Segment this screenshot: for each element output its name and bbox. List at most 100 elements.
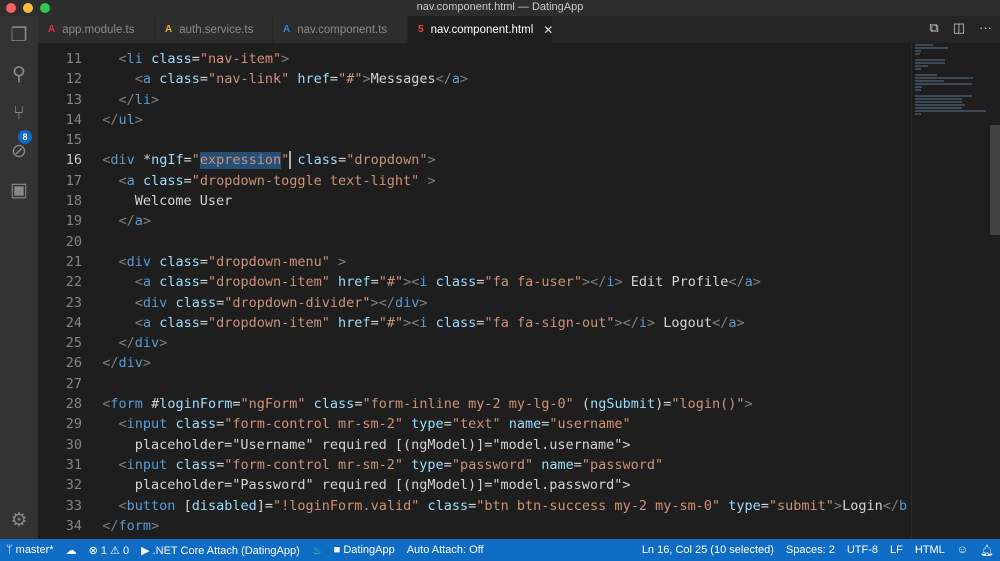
code-line[interactable]: 22 <a class="dropdown-item" href="#"><i … [38,272,911,292]
minimize-window-button[interactable] [23,3,33,13]
code-token: class [159,274,200,291]
code-line[interactable]: 14 </ul> [38,110,911,130]
minimap-line [915,74,938,76]
line-code: </ul> [86,110,143,130]
code-editor[interactable]: 11 <li class="nav-item"> 12 <a class="nav… [38,43,911,538]
indentation[interactable]: Spaces: 2 [780,544,841,557]
code-line[interactable]: 32 placeholder="Password" required [(ngM… [38,475,911,495]
code-line[interactable]: 17 <a class="dropdown-toggle text-light"… [38,171,911,191]
encoding[interactable]: UTF-8 [841,544,884,557]
code-line[interactable]: 15 [38,130,911,150]
code-token: ( [581,396,591,413]
line-code: <a class="dropdown-item" href="#"><i cla… [86,313,745,333]
code-token: < [134,274,143,291]
code-token: > [151,517,160,534]
open-preview-icon[interactable]: ⧉ [929,20,938,36]
end-of-line[interactable]: LF [884,544,909,557]
code-line[interactable]: 24 <a class="dropdown-item" href="#"><i … [38,313,911,333]
tab-auth-service[interactable]: Aauth.service.ts [155,16,273,43]
code-token: = [573,456,582,473]
search-icon[interactable]: ⚲ [7,63,31,87]
code-token: > [142,355,152,372]
branch-indicator[interactable]: ᛘ master* [0,544,60,556]
code-line[interactable]: 12 <a class="nav-link" href="#">Messages… [38,69,911,89]
code-token: = [199,314,208,331]
code-token: class [175,294,217,311]
line-code: </div> [86,333,168,353]
code-token: = [338,152,347,169]
cursor-position[interactable]: Ln 16, Col 25 (10 selected) [636,544,780,557]
tab-nav-component-ts[interactable]: Anav.component.ts [273,16,408,43]
code-token: > [581,274,591,291]
close-icon[interactable]: ✕ [543,23,553,37]
debug-config[interactable]: ▶ .NET Core Attach (DatingApp) [135,544,306,557]
folder-indicator[interactable]: ■ DatingApp [328,544,401,556]
problems-indicator[interactable]: ⊗ 1 ⚠ 0 [83,544,136,557]
code-line[interactable]: 26 </div> [38,353,911,373]
minimap[interactable] [911,43,996,538]
code-line[interactable]: 16 <div *ngIf="expression" class="dropdo… [38,150,911,170]
line-number: 17 [65,172,82,189]
code-line[interactable]: 27 [38,374,911,394]
source-control-icon[interactable]: ⑂ [7,102,31,126]
debug-icon[interactable]: ⊘ [7,140,31,164]
code-line[interactable]: 29 <input class="form-control mr-sm-2" t… [38,414,911,434]
code-token: > [338,253,347,270]
feedback-icon[interactable]: ☺ [951,544,974,557]
code-token: "#" [338,71,363,88]
code-token: "fa fa-user" [484,274,582,291]
code-token: div [126,253,152,270]
code-token: = [183,172,192,189]
code-token: i [638,314,648,331]
code-token: = [216,294,225,311]
tab-nav-component-html[interactable]: 5 nav.component.html ✕ [408,16,553,43]
line-number: 16 [65,152,82,169]
code-line[interactable]: 23 <div class="dropdown-divider"></div> [38,293,911,313]
code-line[interactable]: 31 <input class="form-control mr-sm-2" t… [38,455,911,475]
tab-label: nav.component.ts [297,23,388,36]
more-actions-icon[interactable]: ··· [979,20,992,36]
language-mode[interactable]: HTML [909,544,951,557]
tab-app-module[interactable]: Aapp.module.ts [38,16,155,43]
code-token: ] [256,497,265,514]
close-window-button[interactable] [6,3,16,13]
status-bar: ᛘ master* ☁ ⊗ 1 ⚠ 0 ▶ .NET Core Attach (… [0,539,1000,561]
code-line[interactable]: 28 <form #loginForm="ngForm" class="form… [38,394,911,414]
code-line[interactable]: 34 </form> [38,516,911,536]
line-number: 34 [65,517,82,534]
flame-icon[interactable]: ♨ [306,544,328,557]
explorer-icon[interactable]: ❐ [7,24,31,48]
code-line[interactable]: 11 <li class="nav-item"> [38,49,911,69]
code-token: input [126,416,168,433]
code-token: a [126,172,135,189]
code-line[interactable]: 13 </li> [38,90,911,110]
sync-icon[interactable]: ☁ [60,544,83,557]
code-token: = [199,71,208,88]
error-count: 1 [100,544,107,557]
minimap-line [915,62,946,64]
notifications-icon[interactable]: 🔔︎ [974,544,1000,557]
code-line[interactable]: 18 Welcome User [38,191,911,211]
code-line[interactable]: 20 [38,232,911,252]
auto-attach[interactable]: Auto Attach: Off [401,544,490,556]
line-number: 22 [65,274,82,291]
extensions-icon[interactable]: ▣ [7,179,31,203]
line-number: 12 [65,71,82,88]
maximize-window-button[interactable] [40,3,50,13]
gear-icon[interactable]: ⚙ [7,509,31,533]
code-token: class [159,314,200,331]
code-line[interactable]: 33 <button [disabled]="!loginForm.valid"… [38,496,911,516]
vertical-scrollbar[interactable] [990,125,1000,235]
code-line[interactable]: 21 <div class="dropdown-menu" > [38,252,911,272]
code-line[interactable]: 30 placeholder="Username" required [(ngM… [38,435,911,455]
code-token: > [833,497,843,514]
code-line[interactable]: 19 </a> [38,211,911,231]
editor-actions: ⧉ ◫ ··· [929,20,992,36]
split-editor-icon[interactable]: ◫ [953,20,965,36]
code-line[interactable]: 25 </div> [38,333,911,353]
